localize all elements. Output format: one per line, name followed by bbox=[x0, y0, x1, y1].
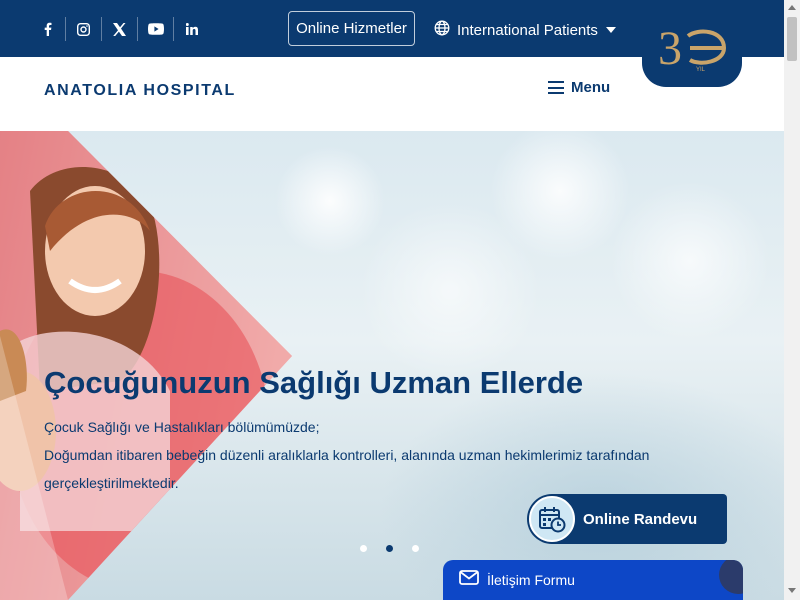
menu-button[interactable]: Menu bbox=[548, 79, 610, 96]
instagram-icon[interactable] bbox=[66, 17, 102, 41]
slider-dot-2[interactable] bbox=[386, 545, 393, 552]
anniversary-badge: 3 YIL bbox=[642, 8, 742, 87]
globe-icon bbox=[434, 20, 450, 40]
site-logo[interactable]: ANATOLIA HOSPITAL bbox=[44, 82, 236, 100]
badge-number: 3 bbox=[658, 22, 682, 74]
slider-dot-1[interactable] bbox=[360, 545, 367, 552]
hamburger-icon bbox=[548, 81, 564, 94]
online-appointment-label: Online Randevu bbox=[583, 510, 698, 528]
facebook-icon[interactable] bbox=[30, 17, 66, 41]
chevron-down-icon bbox=[605, 27, 616, 33]
slider-dots bbox=[360, 545, 438, 552]
contact-form-button[interactable]: İletişim Formu bbox=[443, 560, 743, 600]
youtube-icon[interactable] bbox=[138, 17, 174, 41]
online-services-button[interactable]: Online Hizmetler bbox=[288, 11, 415, 46]
hero-description: Çocuk Sağlığı ve Hastalıkları bölümümüzd… bbox=[44, 413, 734, 497]
linkedin-icon[interactable] bbox=[174, 17, 210, 41]
page-scrollbar[interactable] bbox=[784, 0, 800, 600]
contact-form-label: İletişim Formu bbox=[487, 572, 575, 588]
international-patients-label: International Patients bbox=[457, 21, 598, 39]
badge-sub: YIL bbox=[696, 67, 706, 73]
anniversary-logo-icon: 3 YIL bbox=[658, 22, 727, 74]
slider-dot-3[interactable] bbox=[412, 545, 419, 552]
international-patients-dropdown[interactable]: International Patients bbox=[434, 20, 616, 40]
social-links bbox=[30, 17, 210, 41]
hero-title: Çocuğunuzun Sağlığı Uzman Ellerde bbox=[44, 365, 584, 400]
x-icon[interactable] bbox=[102, 17, 138, 41]
contact-corner-decoration bbox=[719, 560, 743, 594]
menu-label: Menu bbox=[571, 79, 611, 96]
calendar-clock-icon bbox=[529, 496, 575, 542]
hero-description-line-1: Çocuk Sağlığı ve Hastalıkları bölümümüzd… bbox=[44, 419, 320, 435]
hero-description-line-2: Doğumdan itibaren bebeğin düzenli aralık… bbox=[44, 447, 650, 491]
mail-icon bbox=[459, 570, 479, 590]
online-appointment-button[interactable]: Online Randevu bbox=[527, 494, 727, 544]
scroll-up-arrow-icon[interactable] bbox=[788, 5, 796, 10]
scroll-down-arrow-icon[interactable] bbox=[788, 588, 796, 593]
scroll-thumb[interactable] bbox=[787, 17, 797, 61]
